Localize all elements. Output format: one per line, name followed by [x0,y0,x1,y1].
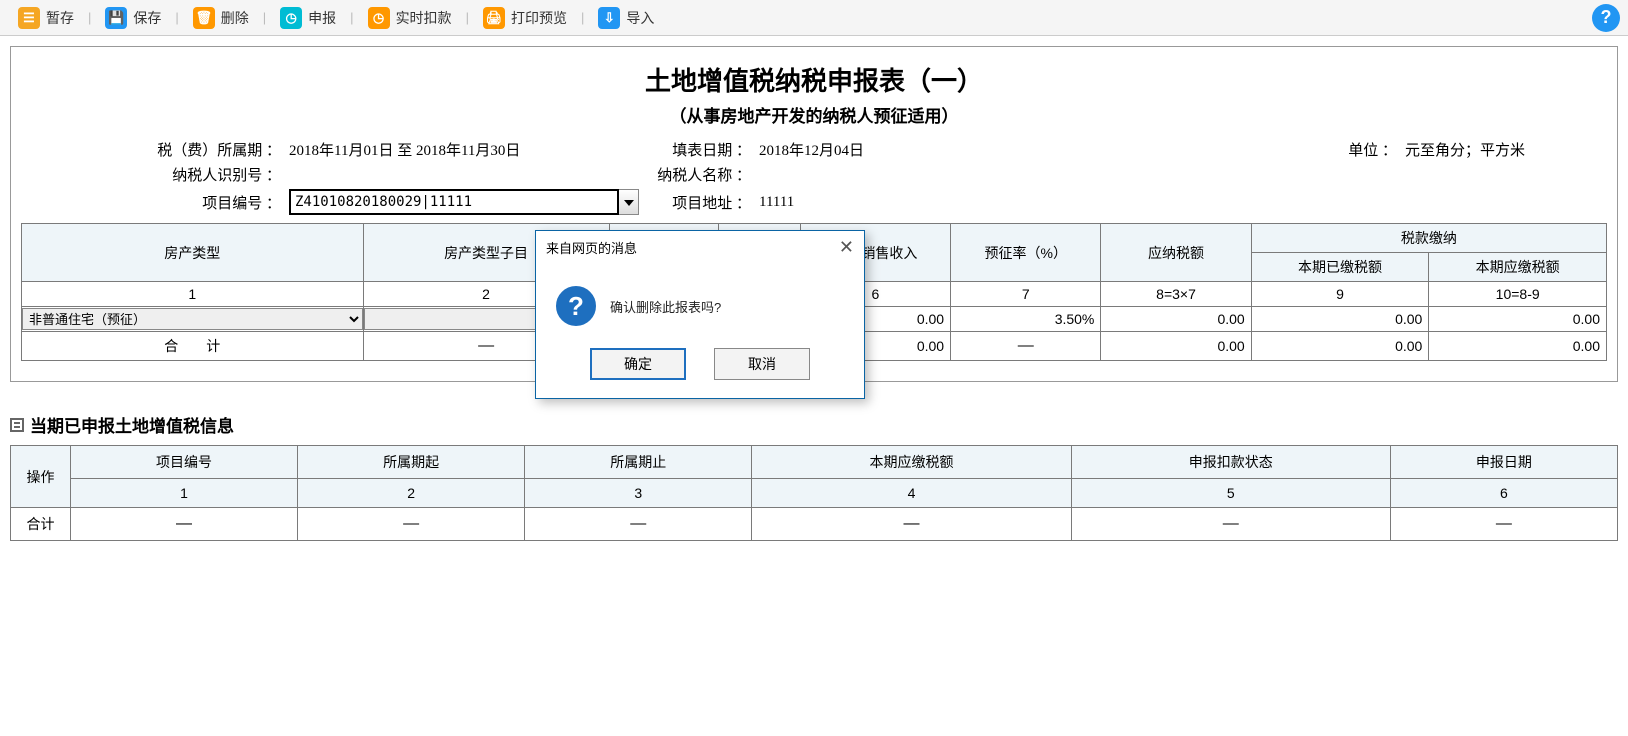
print-button[interactable]: 🖨 打印预览 [473,5,577,31]
th: 所属期止 [525,446,752,479]
th: 本期应缴税额 [752,446,1071,479]
project-no-select[interactable] [289,189,619,215]
import-button[interactable]: ⇩ 导入 [588,5,664,31]
form-subtitle: （从事房地产开发的纳税人预征适用） [11,102,1617,127]
th-type: 房产类型 [22,224,364,282]
th: 4 [752,479,1071,508]
toolbar: ☰ 暂存 | 💾 保存 | 🗑 删除 | ◷ 申报 | ◷ 实时扣款 | 🖨 打… [0,0,1628,36]
declare-button[interactable]: ◷ 申报 [270,5,346,31]
cell: — [1390,508,1617,541]
separator: | [175,10,178,25]
project-addr-label: 项目地址 ： [641,192,751,213]
label: 打印预览 [511,8,567,28]
cancel-button[interactable]: 取消 [714,348,810,380]
close-icon[interactable]: ✕ [839,237,854,258]
declared-grid: 操作 项目编号 所属期起 所属期止 本期应缴税额 申报扣款状态 申报日期 1 2… [10,445,1618,541]
temp-save-button[interactable]: ☰ 暂存 [8,5,84,31]
separator: | [581,10,584,25]
taxpayer-id-label: 纳税人识别号 ： [31,164,281,185]
fill-date-value: 2018年12月04日 [751,139,951,160]
cell: — [752,508,1071,541]
temp-save-icon: ☰ [18,7,40,29]
confirm-dialog: 来自网页的消息 ✕ ? 确认删除此报表吗? 确定 取消 [535,230,865,399]
label: 暂存 [46,8,74,28]
unit-value: 元至角分；平方米 [1397,139,1597,160]
th: 3 [525,479,752,508]
delete-button[interactable]: 🗑 删除 [183,5,259,31]
period-label: 税（费）所属期 ： [31,139,281,160]
th: 1 [71,479,298,508]
unit-label: 单位 ： [951,139,1397,160]
save-button[interactable]: 💾 保存 [95,5,171,31]
col-idx: 1 [22,282,364,307]
total-label: 合 计 [22,332,364,361]
cell: 3.50% [951,307,1101,332]
delete-icon: 🗑 [193,7,215,29]
cell: — [951,332,1101,361]
section-title: 当期已申报土地增值税信息 [10,412,1618,437]
col-idx: 7 [951,282,1101,307]
th: 5 [1071,479,1390,508]
separator: | [466,10,469,25]
th: 6 [1390,479,1617,508]
help-icon[interactable]: ? [1592,4,1620,32]
label: 实时扣款 [396,8,452,28]
th: 项目编号 [71,446,298,479]
cell: 0.00 [1429,332,1607,361]
cell: 0.00 [1251,307,1429,332]
th: 所属期起 [298,446,525,479]
ok-button[interactable]: 确定 [590,348,686,380]
th-rate: 预征率（%） [951,224,1101,282]
cell: 0.00 [1101,307,1251,332]
property-type-select[interactable]: 非普通住宅（预征） [22,308,363,330]
cell: — [1071,508,1390,541]
taxpayer-id-value [281,164,601,185]
taxpayer-name-label: 纳税人名称 ： [601,164,751,185]
save-icon: 💾 [105,7,127,29]
th: 申报日期 [1390,446,1617,479]
th-payment-group: 税款缴纳 [1251,224,1606,253]
cell: 0.00 [1101,332,1251,361]
deduct-icon: ◷ [368,7,390,29]
print-icon: 🖨 [483,7,505,29]
label: 保存 [133,8,161,28]
th-op: 操作 [11,446,71,508]
declare-icon: ◷ [280,7,302,29]
total-row: 合计 — — — — — — [11,508,1618,541]
taxpayer-name-value [751,164,759,185]
label: 导入 [626,8,654,28]
form-title: 土地增值税纳税申报表（一） [11,61,1617,98]
cell: — [71,508,298,541]
th-payable: 本期应缴税额 [1429,253,1607,282]
th-paid: 本期已缴税额 [1251,253,1429,282]
cell: 0.00 [1251,332,1429,361]
chevron-down-icon[interactable] [619,189,639,215]
separator: | [88,10,91,25]
separator: | [263,10,266,25]
col-idx: 9 [1251,282,1429,307]
cell: 0.00 [1429,307,1607,332]
cell: — [298,508,525,541]
project-no-label: 项目编号 ： [31,192,281,213]
deduct-button[interactable]: ◷ 实时扣款 [358,5,462,31]
project-addr-value: 11111 [751,194,794,211]
fill-date-label: 填表日期 ： [601,139,751,160]
total-label: 合计 [11,508,71,541]
th: 2 [298,479,525,508]
th: 申报扣款状态 [1071,446,1390,479]
import-icon: ⇩ [598,7,620,29]
th-due: 应纳税额 [1101,224,1251,282]
period-value: 2018年11月01日 至 2018年11月30日 [281,139,601,160]
col-idx: 8=3×7 [1101,282,1251,307]
label: 申报 [308,8,336,28]
dialog-title: 来自网页的消息 [546,238,637,257]
col-idx: 10=8-9 [1429,282,1607,307]
question-icon: ? [556,286,596,326]
dialog-message: 确认删除此报表吗? [610,297,721,316]
cell: — [525,508,752,541]
label: 删除 [221,8,249,28]
list-icon [10,418,24,432]
separator: | [350,10,353,25]
